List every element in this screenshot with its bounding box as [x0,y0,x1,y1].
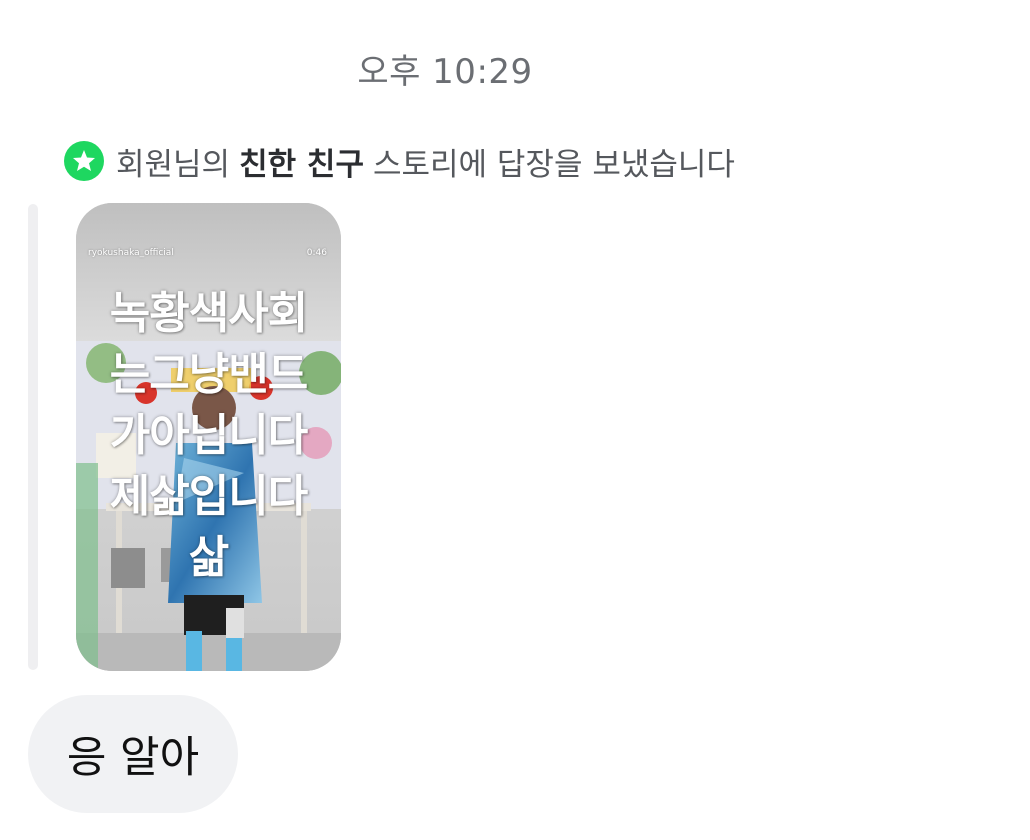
notice-prefix: 회원님의 [116,146,231,183]
story-caption-line: 가아닙니다 [109,410,308,461]
message-text: 응 알아 [66,733,200,783]
story-caption-line: 녹황색사회 [109,288,308,339]
story-caption-line: 는그냥밴드 [109,349,308,400]
story-preview-card[interactable]: ryokushaka_official 0:46 녹황색사회 는그냥밴드 가아닙… [76,203,341,671]
notice-suffix: 스토리에 답장을 보냈습니다 [372,146,735,183]
story-caption-line: 제삶입니다 [109,471,308,522]
reply-indicator-bar [28,204,38,670]
story-username: ryokushaka_official [88,248,174,258]
story-duration: 0:46 [306,248,327,258]
message-bubble[interactable]: 응 알아 [28,695,238,813]
close-friends-reply-notice: 회원님의 친한 친구 스토리에 답장을 보냈습니다 [64,138,735,184]
notice-close-friends-label: 친한 친구 [239,146,364,183]
story-caption-line: 삶 [188,532,229,583]
star-icon [64,141,104,181]
story-caption: 녹황색사회 는그냥밴드 가아닙니다 제삶입니다 삶 [76,283,341,588]
message-timestamp: 오후 10:29 [357,52,533,92]
